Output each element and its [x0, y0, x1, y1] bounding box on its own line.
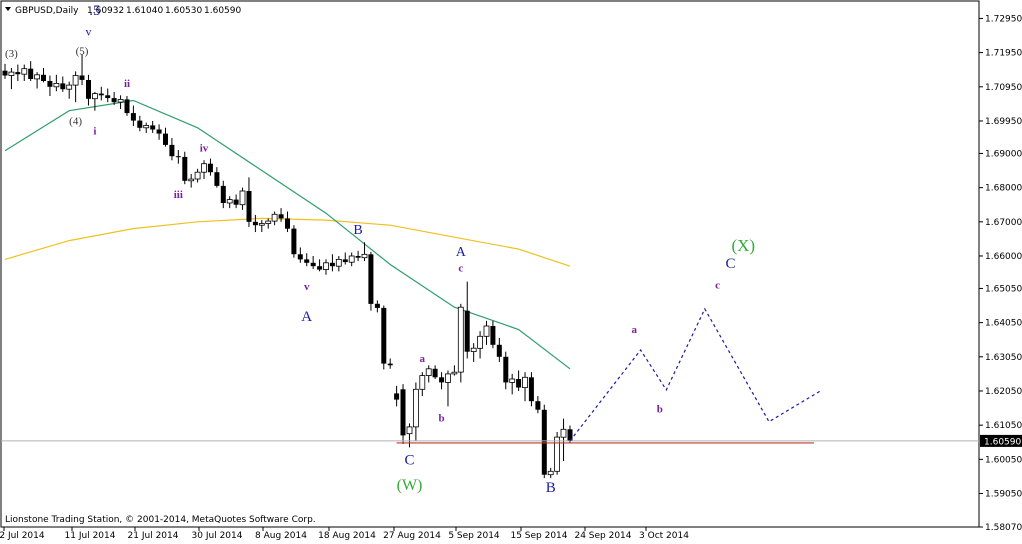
y-tick-label: 1.72950	[985, 14, 1022, 24]
copyright-footer: Lionstone Trading Station, © 2001-2014, …	[5, 515, 316, 525]
wave-label: c	[458, 262, 463, 274]
x-tick-label: 8 Aug 2014	[255, 531, 307, 541]
wave-label: (W)	[397, 477, 423, 494]
candle	[368, 251, 374, 311]
candle	[291, 225, 297, 258]
wave-label: B	[353, 223, 362, 238]
candle	[541, 404, 547, 479]
wave-label: (5)	[76, 45, 89, 57]
y-tick-label: 1.60050	[985, 455, 1022, 465]
current-price-label: 1.60590	[984, 437, 1021, 447]
wave-label: b	[657, 404, 663, 416]
close-value: 1.60590	[204, 6, 241, 16]
y-tick-label: 1.63050	[985, 353, 1022, 363]
wave-label: c	[715, 279, 720, 291]
wave-label: A	[301, 309, 312, 325]
wave-label: (X)	[731, 236, 755, 255]
wave-label: a	[420, 353, 426, 365]
price-chart: (3) (5)v.5(4)iiiiviiiBvAAcabC(W) BabcC(X) …	[0, 0, 1022, 541]
y-tick-label: 1.66000	[985, 252, 1022, 262]
x-tick-label: 3 Oct 2014	[639, 531, 689, 541]
price-axis: 1.72950 1.71950 1.70950 1.69950 1.69000 1.680…	[979, 14, 1022, 533]
candle	[381, 305, 387, 370]
wave-label: v	[86, 25, 92, 39]
y-tick-label: 1.71950	[985, 49, 1022, 59]
y-tick-label: 1.67000	[985, 218, 1022, 228]
x-tick-label: 21 Jul 2014	[128, 531, 179, 541]
low-value: 1.60530	[165, 6, 202, 16]
x-tick-label: 30 Jul 2014	[192, 531, 243, 541]
wave-label: (3)	[5, 48, 18, 60]
time-axis: 2 Jul 2014 11 Jul 2014 21 Jul 2014 30 Jul 2…	[0, 527, 689, 541]
wave-label: A	[456, 245, 467, 260]
y-tick-label: 1.69950	[985, 117, 1022, 127]
y-tick-label: 1.69000	[985, 149, 1022, 159]
x-tick-label: 2 Jul 2014	[0, 531, 45, 541]
y-tick-label: 1.62050	[985, 387, 1022, 397]
candle	[400, 384, 406, 444]
y-tick-label: 1.64050	[985, 319, 1022, 329]
x-tick-label: 18 Aug 2014	[318, 531, 376, 541]
y-tick-label: 1.65050	[985, 284, 1022, 294]
x-tick-label: 15 Sep 2014	[510, 531, 567, 541]
y-tick-label: 1.70950	[985, 83, 1022, 93]
wave-label: iii	[174, 189, 183, 201]
symbol-label: GBPUSD,Daily	[15, 6, 79, 16]
wave-label: v	[304, 281, 310, 293]
wave-label: C	[404, 453, 414, 469]
current-price-marker: 1.60590	[980, 434, 1022, 447]
y-tick-label: 1.59050	[985, 490, 1022, 500]
wave-label: a	[631, 324, 637, 336]
open-value: 1.60932	[87, 6, 124, 16]
wave-label: C	[725, 256, 735, 272]
y-tick-label: 1.61050	[985, 421, 1022, 431]
candle	[554, 431, 560, 475]
high-value: 1.61040	[126, 6, 163, 16]
y-tick-label: 1.58070	[985, 523, 1022, 533]
x-tick-label: 27 Aug 2014	[383, 531, 441, 541]
x-tick-label: 5 Sep 2014	[448, 531, 500, 541]
wave-label: (4)	[69, 115, 82, 127]
wave-label: iv	[200, 143, 209, 155]
wave-label: ii	[124, 78, 130, 90]
x-tick-label: 24 Sep 2014	[574, 531, 631, 541]
wave-label: b	[439, 413, 445, 425]
wave-label: i	[93, 126, 96, 138]
candle	[457, 303, 464, 383]
chart-header: GBPUSD,Daily 1.60932 1.61040 1.60530 1.6…	[5, 6, 241, 16]
wave-label: B	[546, 480, 556, 496]
y-tick-label: 1.68000	[985, 184, 1022, 194]
plot-area	[0, 0, 980, 528]
x-tick-label: 11 Jul 2014	[65, 531, 116, 541]
